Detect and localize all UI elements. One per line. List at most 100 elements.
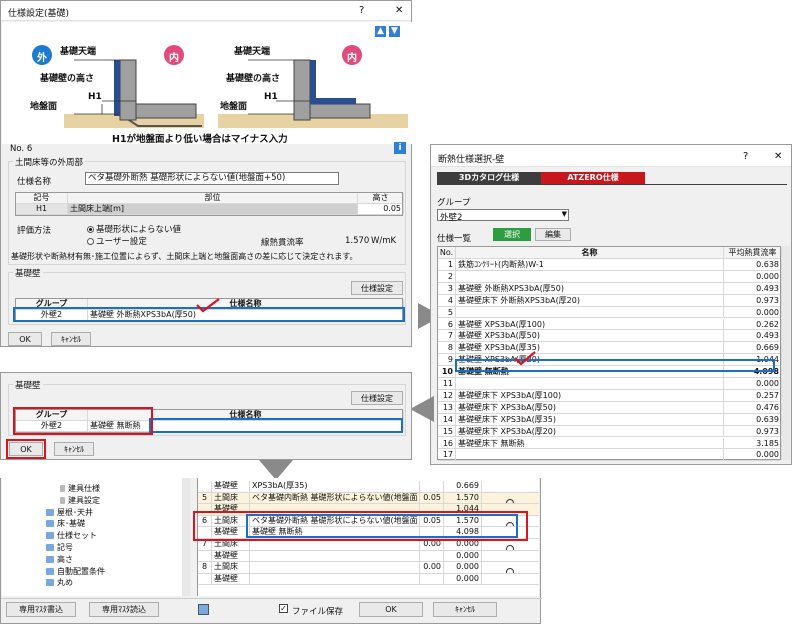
inner-badge-right: 内 <box>347 53 357 64</box>
outer-badge: 外 <box>37 53 47 64</box>
table-row[interactable]: 2 0.000 <box>438 270 782 283</box>
select-button[interactable]: 選択 <box>493 228 531 241</box>
title-bar: 仕様設定(基礎) ? ✕ <box>1 1 411 21</box>
radio-shape-independent[interactable]: 基礎形状によらない値 <box>87 223 181 235</box>
tree-item[interactable]: 記号 <box>46 542 73 553</box>
check-mark-icon <box>514 351 536 366</box>
cell-h: 0.00 <box>420 562 444 573</box>
tree-item-label: 仕様セット <box>57 531 97 541</box>
tree-item[interactable]: 高さ <box>46 554 73 565</box>
table-row[interactable]: 基礎壁 0.000 <box>198 573 539 586</box>
tree-item[interactable]: 仕様セット <box>46 530 97 541</box>
tree-item[interactable]: 自動配置条件 <box>46 566 105 577</box>
spec-settings-dialog: 仕様設定(基礎) ? ✕ 外 内 内 基礎天端 基礎壁の高さ 地盤面 H1 基礎… <box>0 0 412 347</box>
method-note: 基礎形状や断熱材有無･施工位置によらず、土間床上端と地盤面高さの差に応じて決定さ… <box>11 252 358 261</box>
cancel-button[interactable]: ｷｬﾝｾﾙ <box>433 602 497 617</box>
edit-button[interactable]: 編集 <box>535 228 571 241</box>
tree-item[interactable]: 建具設定 <box>60 495 100 506</box>
psi-label: 線熱貫流率 <box>261 238 304 248</box>
cancel-button[interactable]: ｷｬﾝｾﾙ <box>51 332 91 346</box>
spec-name-input[interactable]: ベタ基礎外断熱 基礎形状によらない値(地盤面+50) <box>85 172 339 185</box>
table-row[interactable]: 3 基礎壁 外断熱XPS3bA(厚50) 0.493 <box>438 282 782 295</box>
cell-name: 基礎壁床下 無断熱 <box>456 437 724 449</box>
master-write-button[interactable]: 専用ﾏｽﾀ書込 <box>6 602 76 617</box>
spec-setting-button[interactable]: 仕様設定 <box>351 281 403 295</box>
table-row[interactable]: 7 基礎壁 XPS3bA(厚50) 0.493 <box>438 330 782 343</box>
tree-item[interactable]: 屋根･天井 <box>46 507 93 518</box>
table-row[interactable]: 4 基礎壁床下 外断熱XPS3bA(厚20) 0.973 <box>438 294 782 307</box>
vertical-scrollbar[interactable] <box>782 246 790 460</box>
help-button[interactable]: ? <box>743 151 748 162</box>
ok-button[interactable]: OK <box>9 442 43 456</box>
cell-v: 1.570 <box>444 492 482 504</box>
cell-h: 0.05 <box>420 492 444 504</box>
cell-b: ベタ基礎内断熱 基礎形状によらない値(地盤面 <box>250 492 420 504</box>
tab-3d-catalog[interactable]: 3Dカタログ仕様 <box>437 172 541 184</box>
radio-cell[interactable] <box>482 493 538 504</box>
cancel-button[interactable]: ｷｬﾝｾﾙ <box>54 442 94 456</box>
folder-icon <box>46 508 54 516</box>
blue-highlight <box>246 514 518 538</box>
tab-atzero[interactable]: ATZERO仕様 <box>541 172 645 184</box>
table-row[interactable]: 5 土間床 ベタ基礎内断熱 基礎形状によらない値(地盤面 0.05 1.570 <box>198 492 539 505</box>
cell-u: 0.257 <box>724 389 782 401</box>
cell-u: 3.185 <box>724 437 782 449</box>
dialog-title: 仕様設定(基礎) <box>8 9 70 19</box>
help-button[interactable]: ? <box>359 5 364 16</box>
config-icon[interactable] <box>198 604 209 615</box>
file-save-checkbox[interactable]: ✓ <box>279 604 288 613</box>
cell-name: 鉄筋ｺﾝｸﾘｰﾄ(内断熱)W-1 <box>456 259 724 270</box>
circle-option-icon <box>506 545 514 550</box>
tree-item-label: 自動配置条件 <box>57 566 105 576</box>
row-height-input[interactable]: 0.05 <box>358 204 404 214</box>
close-icon[interactable]: ✕ <box>395 5 403 16</box>
col-no: No. <box>438 247 456 258</box>
up-arrow-icon[interactable]: ▲ <box>375 26 386 37</box>
master-read-button[interactable]: 専用ﾏｽﾀ読込 <box>89 602 159 617</box>
cell-no: 3 <box>438 282 456 294</box>
tree-item[interactable]: 建具仕様 <box>60 483 100 494</box>
spec-setting-button[interactable]: 仕様設定 <box>351 391 403 405</box>
group-select[interactable]: 外壁2 ▼ <box>437 209 569 223</box>
ok-button[interactable]: OK <box>8 332 42 346</box>
cell-name <box>456 378 724 389</box>
table-row[interactable]: 13 基礎壁床下 XPS3bA(厚50) 0.476 <box>438 401 782 414</box>
table-row[interactable]: 6 基礎壁 XPS3bA(厚100) 0.262 <box>438 318 782 331</box>
tree-item-label: 屋根･天井 <box>57 507 93 517</box>
blue-highlight <box>149 418 403 433</box>
down-arrow-icon[interactable]: ▼ <box>389 26 400 37</box>
cell-h <box>420 573 444 585</box>
file-save-label: ファイル保存 <box>292 607 344 617</box>
table-row[interactable]: 8 基礎壁 XPS3bA(厚35) 0.669 <box>438 342 782 355</box>
table-row[interactable]: 基礎壁 0.000 <box>198 550 539 563</box>
cell-u: 0.262 <box>724 318 782 330</box>
cell-h <box>420 481 444 492</box>
table-row[interactable]: 1 鉄筋ｺﾝｸﾘｰﾄ(内断熱)W-1 0.638 <box>438 259 782 271</box>
group-label: グループ <box>437 198 471 208</box>
foundation-wall-title: 基礎壁 <box>13 379 43 391</box>
radio-cell[interactable] <box>482 562 538 573</box>
cell-no: 9 <box>438 354 456 366</box>
tree-item[interactable]: 床･基礎 <box>46 518 85 529</box>
table-row[interactable]: 11 0.000 <box>438 378 782 390</box>
close-icon[interactable]: ✕ <box>774 151 782 162</box>
cell-b: XPS3bA(厚35) <box>250 481 420 492</box>
table-row[interactable]: 17 0.000 <box>438 449 782 462</box>
label-wall-height: 基礎壁の高さ <box>40 74 95 84</box>
radio-user-setting[interactable]: ユーザー設定 <box>87 235 147 247</box>
table-row[interactable]: 14 基礎壁床下 XPS3bA(厚35) 0.639 <box>438 413 782 426</box>
cell-no: 17 <box>438 449 456 461</box>
cell-name: 基礎壁床下 外断熱XPS3bA(厚20) <box>456 294 724 306</box>
table-row[interactable]: 5 0.000 <box>438 306 782 319</box>
tree-scrollbar[interactable] <box>182 478 190 596</box>
table-row[interactable]: 12 基礎壁床下 XPS3bA(厚100) 0.257 <box>438 389 782 402</box>
table-row[interactable]: 8 土間床 0.00 0.000 <box>198 562 539 574</box>
cell-a: 土間床 <box>212 562 250 573</box>
ok-button[interactable]: OK <box>359 602 423 617</box>
info-icon[interactable]: i <box>394 142 406 154</box>
table-row[interactable]: 16 基礎壁床下 無断熱 3.185 <box>438 437 782 450</box>
tree-item[interactable]: 丸め <box>46 577 73 588</box>
table-row[interactable]: 基礎壁 XPS3bA(厚35) 0.669 <box>198 481 539 493</box>
grid-divider <box>1 598 542 599</box>
table-row[interactable]: 15 基礎壁床下 XPS3bA(厚20) 0.973 <box>438 425 782 438</box>
